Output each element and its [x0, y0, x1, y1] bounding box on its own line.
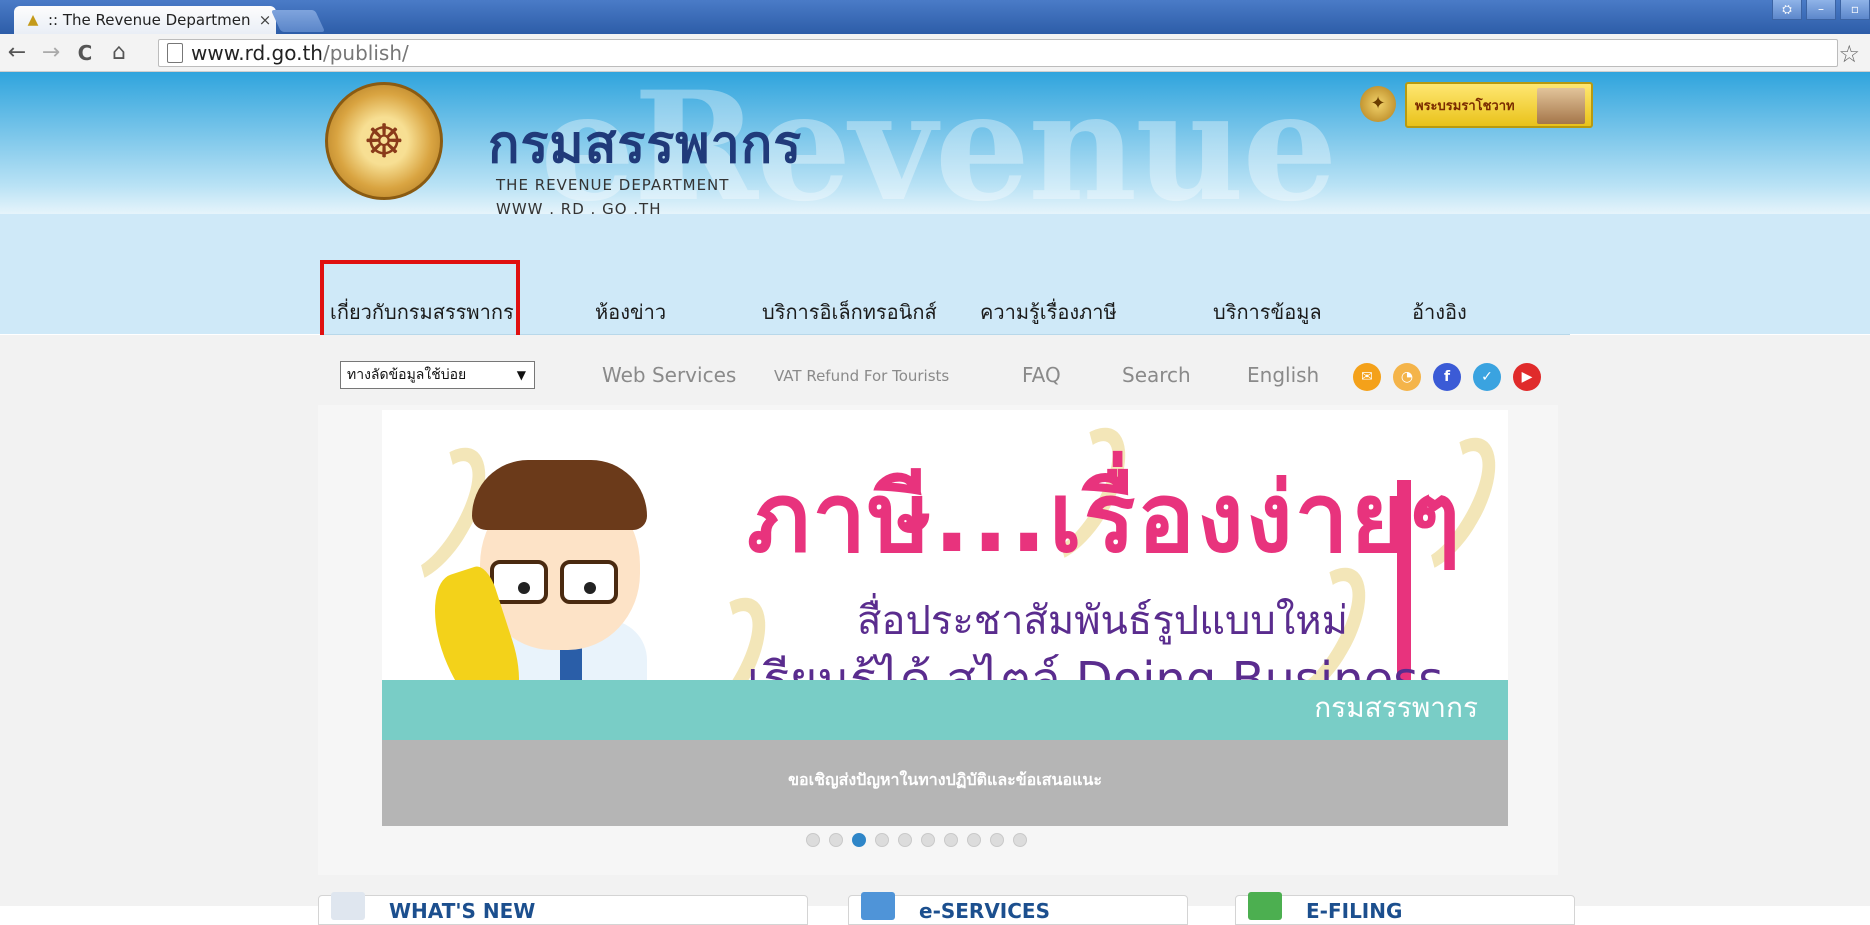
nav-data-services[interactable]: บริการข้อมูล: [1213, 296, 1322, 328]
page-icon: [167, 43, 183, 63]
royal-speech-banner[interactable]: พระบรมราโชวาท: [1405, 82, 1593, 128]
monitor-icon: [861, 892, 895, 920]
twitter-icon[interactable]: ✓: [1473, 363, 1501, 391]
dropdown-arrow-icon: ▼: [516, 368, 526, 382]
new-tab-button[interactable]: [270, 10, 326, 32]
shortcut-select-value: ทางลัดข้อมูลใช้บ่อย: [347, 367, 467, 383]
nav-tax-knowledge[interactable]: ความรู้เรื่องภาษี: [980, 296, 1117, 328]
url-path: /publish/: [322, 41, 409, 65]
rss-icon[interactable]: ◔: [1393, 363, 1421, 391]
royal-banner-label: พระบรมราโชวาท: [1415, 98, 1515, 114]
card-e-filing[interactable]: E-FILING: [1235, 892, 1575, 925]
site-header-banner: eRevenue ☸ กรมสรรพากร THE REVENUE DEPART…: [0, 72, 1870, 214]
card-whats-new[interactable]: WHAT'S NEW: [318, 892, 808, 925]
slider-dot[interactable]: [898, 833, 912, 847]
link-search[interactable]: Search: [1122, 363, 1191, 387]
slide-headline: ภาษี...เรื่องง่ายๆ: [747, 462, 1463, 574]
window-controls: ⛭ – ▫: [1772, 0, 1870, 20]
revenue-department-seal-logo[interactable]: ☸: [325, 82, 443, 200]
link-vat-refund[interactable]: VAT Refund For Tourists: [774, 367, 949, 385]
mail-icon[interactable]: ✉: [1353, 363, 1381, 391]
facebook-icon[interactable]: f: [1433, 363, 1461, 391]
forward-button[interactable]: →: [34, 40, 68, 65]
browser-tab[interactable]: ▲ :: The Revenue Departmen ×: [14, 6, 276, 34]
reload-button[interactable]: C: [68, 41, 102, 65]
character-glasses-left: [490, 560, 548, 604]
department-name-english: THE REVENUE DEPARTMENT: [496, 176, 730, 194]
royal-emblem-icon: ✦: [1360, 86, 1396, 122]
url-host: www.rd.go.th: [191, 41, 323, 65]
card-title: E-FILING: [1306, 899, 1403, 923]
slider-pagination: [806, 833, 1027, 847]
slider-dot[interactable]: [990, 833, 1004, 847]
bookmark-star-icon[interactable]: ☆: [1838, 40, 1860, 68]
quick-links-bar: ทางลัดข้อมูลใช้บ่อย ▼ Web Services VAT R…: [0, 335, 1870, 405]
home-button[interactable]: ⌂: [102, 40, 136, 65]
back-button[interactable]: ←: [0, 40, 34, 65]
highlight-box: [320, 260, 520, 345]
slide-caption[interactable]: ขอเชิญส่งปัญหาในทางปฏิบัติและข้อเสนอแนะ: [382, 768, 1508, 793]
card-e-services[interactable]: e-SERVICES: [848, 892, 1188, 925]
newspaper-icon: [331, 892, 365, 920]
slider-dot[interactable]: [852, 833, 866, 847]
browser-titlebar: ▲ :: The Revenue Departmen × ⛭ – ▫: [0, 0, 1870, 34]
character-hair: [472, 460, 647, 530]
slider-dot[interactable]: [875, 833, 889, 847]
slider-dot[interactable]: [829, 833, 843, 847]
main-navigation: เกี่ยวกับกรมสรรพากร ห้องข่าว บริการอิเล็…: [0, 214, 1870, 334]
address-bar[interactable]: www.rd.go.th/publish/: [158, 39, 1838, 67]
card-title: WHAT'S NEW: [389, 899, 536, 923]
slider-dot[interactable]: [921, 833, 935, 847]
slide-brand: กรมสรรพากร: [1314, 691, 1478, 724]
youtube-icon[interactable]: ▶: [1513, 363, 1541, 391]
nav-newsroom[interactable]: ห้องข่าว: [595, 296, 666, 328]
slide-caption-bar: ขอเชิญส่งปัญหาในทางปฏิบัติและข้อเสนอแนะ: [382, 740, 1508, 826]
filing-icon: [1248, 892, 1282, 920]
site-favicon-icon: ▲: [27, 12, 39, 28]
maximize-button[interactable]: ▫: [1840, 0, 1870, 20]
card-title: e-SERVICES: [919, 899, 1050, 923]
slider-dot[interactable]: [944, 833, 958, 847]
link-faq[interactable]: FAQ: [1022, 363, 1061, 387]
department-name-thai: กรมสรรพากร: [488, 115, 803, 175]
browser-toolbar: ← → C ⌂ www.rd.go.th/publish/ ☆: [0, 34, 1870, 72]
link-english[interactable]: English: [1247, 363, 1319, 387]
royal-portrait: [1537, 88, 1585, 124]
tab-title: :: The Revenue Departmen: [48, 11, 251, 29]
minimize-button[interactable]: –: [1806, 0, 1836, 20]
slider-dot[interactable]: [1013, 833, 1027, 847]
link-web-services[interactable]: Web Services: [602, 363, 736, 387]
character-glasses-right: [560, 560, 618, 604]
nav-reference[interactable]: อ้างอิง: [1412, 296, 1467, 328]
department-website: WWW . RD . GO .TH: [496, 200, 662, 214]
nav-e-services[interactable]: บริการอิเล็กทรอนิกส์: [762, 296, 937, 328]
shortcut-select[interactable]: ทางลัดข้อมูลใช้บ่อย ▼: [340, 361, 535, 389]
slider-dot[interactable]: [806, 833, 820, 847]
user-icon[interactable]: ⛭: [1772, 0, 1802, 20]
slider-image[interactable]: RD ภาษี...เรื่องง่ายๆ สื่อประชาสัมพันธ์ร…: [382, 410, 1508, 740]
slider-dot[interactable]: [967, 833, 981, 847]
